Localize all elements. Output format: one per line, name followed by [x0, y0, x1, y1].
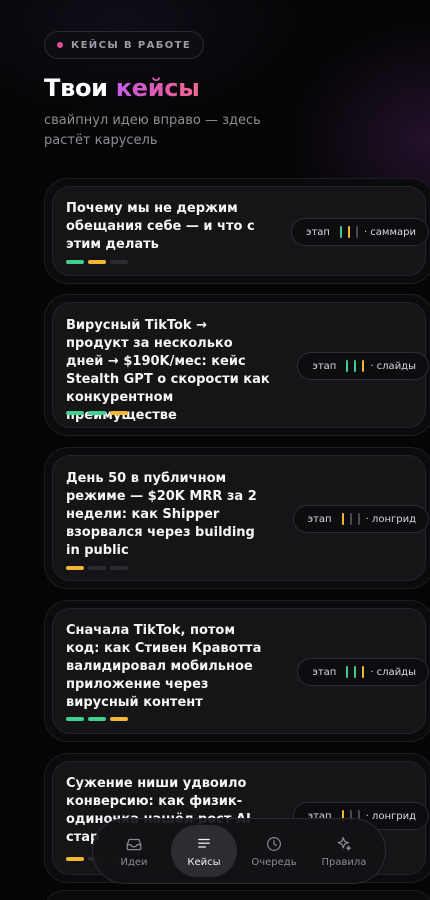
stage-name: · лонгрид — [365, 810, 416, 822]
progress-segment — [110, 411, 128, 415]
case-card-body[interactable]: Сначала TikTok, потом код: как Стивен Кр… — [52, 608, 429, 734]
progress-segment — [88, 717, 106, 721]
stage-label: этап — [305, 226, 330, 238]
stage-tick — [339, 226, 342, 238]
progress-segment — [66, 566, 84, 570]
stage-label: этап — [307, 513, 332, 525]
nav-item-queue[interactable]: Очередь — [241, 825, 307, 877]
case-progress — [66, 566, 128, 570]
section-badge-label: КЕЙСЫ В РАБОТЕ — [71, 39, 192, 51]
case-card[interactable]: День 50 в публичном режиме — $20K MRR за… — [44, 447, 430, 589]
stage-badge: этап · слайды — [297, 352, 429, 380]
progress-segment — [88, 411, 106, 415]
page-title-accent: кейсы — [115, 74, 200, 102]
stage-name: · слайды — [370, 666, 416, 678]
case-progress — [66, 260, 128, 264]
progress-segment — [66, 411, 84, 415]
nav-item-label: Идеи — [120, 856, 148, 868]
stage-ticks — [346, 360, 365, 372]
stage-badge: этап · слайды — [297, 658, 429, 686]
stage-tick — [357, 513, 360, 525]
stage-tick — [346, 666, 349, 678]
page-title-main: Твои — [44, 74, 108, 102]
stage-tick — [347, 226, 350, 238]
progress-segment — [110, 717, 128, 721]
nav-item-label: Правила — [321, 856, 367, 868]
stage-ticks — [346, 666, 365, 678]
progress-segment — [88, 566, 106, 570]
stage-name: · лонгрид — [365, 513, 416, 525]
stage-tick — [346, 360, 349, 372]
stage-ticks — [341, 513, 360, 525]
stage-badge: этап · лонгрид — [292, 505, 429, 533]
clock-icon — [267, 836, 281, 851]
nav-item-rules[interactable]: Правила — [311, 825, 377, 877]
nav-item-ideas[interactable]: Идеи — [101, 825, 167, 877]
case-progress — [66, 411, 128, 415]
status-dot-icon — [57, 42, 63, 48]
page-title: Твои кейсы — [44, 74, 200, 102]
list-icon — [198, 838, 210, 848]
stage-tick — [354, 666, 357, 678]
case-card-body[interactable]: Вирусный TikTok → продукт за несколько д… — [52, 302, 429, 428]
inbox-icon — [126, 838, 142, 850]
nav-item-label: Кейсы — [187, 856, 221, 868]
case-card[interactable]: Вирусный TikTok → продукт за несколько д… — [44, 294, 430, 436]
case-card-body[interactable]: Почему мы не держим обещания себе — и чт… — [52, 186, 429, 276]
stage-tick — [362, 360, 365, 372]
case-card-body[interactable]: День 50 в публичном режиме — $20K MRR за… — [52, 455, 429, 581]
stage-tick — [349, 513, 352, 525]
case-card[interactable]: Сначала TikTok, потом код: как Стивен Кр… — [44, 600, 430, 742]
progress-segment — [66, 717, 84, 721]
case-card-title: Сначала TikTok, потом код: как Стивен Кр… — [66, 623, 262, 710]
progress-segment — [66, 857, 84, 861]
stage-tick — [354, 360, 357, 372]
section-badge: КЕЙСЫ В РАБОТЕ — [44, 31, 205, 59]
case-card-title: День 50 в публичном режиме — $20K MRR за… — [66, 471, 257, 558]
stage-name: · саммари — [363, 226, 416, 238]
case-card[interactable]: Почему мы не держим обещания себе — и чт… — [44, 178, 430, 284]
stage-ticks — [339, 226, 358, 238]
cases-screen: КЕЙСЫ В РАБОТЕ Твои кейсы свайпнул идею … — [0, 0, 430, 900]
case-card-title: Вирусный TikTok → продукт за несколько д… — [66, 318, 270, 423]
stage-badge: этап · саммари — [290, 218, 429, 246]
nav-item-cases[interactable]: Кейсы — [171, 825, 237, 877]
stage-tick — [341, 513, 344, 525]
case-card[interactable] — [44, 890, 430, 900]
stage-label: этап — [312, 666, 337, 678]
bottom-nav: Идеи Кейсы Очередь Правила — [92, 818, 386, 884]
case-progress — [66, 717, 128, 721]
progress-segment — [66, 260, 84, 264]
page-subtitle: свайпнул идею вправо — здесь растёт кару… — [44, 113, 261, 148]
stage-label: этап — [312, 360, 337, 372]
progress-segment — [110, 566, 128, 570]
stage-tick — [355, 226, 358, 238]
stage-name: · слайды — [370, 360, 416, 372]
progress-segment — [110, 260, 128, 264]
stage-tick — [362, 666, 365, 678]
nav-item-label: Очередь — [251, 856, 297, 868]
sparkle-icon — [337, 836, 351, 851]
case-card-title: Почему мы не держим обещания себе — и чт… — [66, 201, 255, 252]
progress-segment — [88, 260, 106, 264]
